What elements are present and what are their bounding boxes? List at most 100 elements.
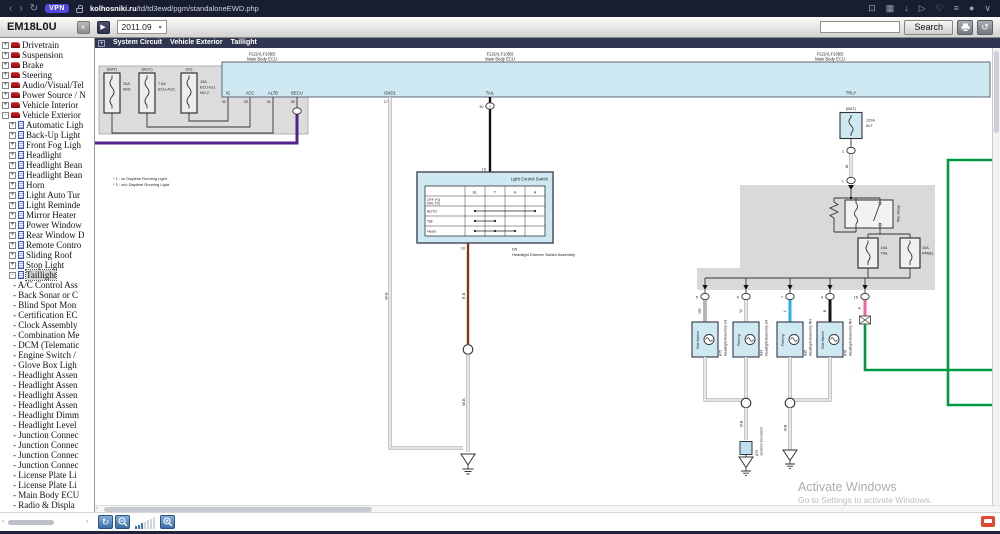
- sidebar-item[interactable]: - Junction Connec: [0, 450, 94, 460]
- expand-icon[interactable]: +: [9, 132, 16, 139]
- sidebar-item[interactable]: +Light Auto Tur: [0, 190, 94, 200]
- sidebar-item[interactable]: - License Plate Li: [0, 470, 94, 480]
- profile-icon[interactable]: ●: [969, 0, 974, 17]
- sidebar-scroll-left-icon[interactable]: ‹: [2, 519, 4, 526]
- sidebar-item[interactable]: +Audio/Visual/Tel: [0, 80, 94, 90]
- refresh-icon[interactable]: ↻: [30, 0, 38, 17]
- sidebar-scroll-right-icon[interactable]: ›: [86, 519, 88, 526]
- play-icon[interactable]: ▷: [919, 0, 926, 17]
- print-icon[interactable]: [957, 20, 973, 35]
- expand-icon[interactable]: +: [2, 62, 9, 69]
- sidebar-item[interactable]: - A/C Control Ass: [0, 280, 94, 290]
- expand-icon[interactable]: +: [9, 212, 16, 219]
- search-input[interactable]: [820, 21, 900, 33]
- sidebar-item[interactable]: - Certification EC: [0, 310, 94, 320]
- sidebar-item[interactable]: +Mirror Heater: [0, 210, 94, 220]
- zoom-in-button[interactable]: [160, 515, 175, 529]
- sidebar-item[interactable]: +Brake: [0, 60, 94, 70]
- sidebar-item[interactable]: +Headlight Bean: [0, 170, 94, 180]
- return-icon[interactable]: ↺: [977, 20, 993, 35]
- sidebar-item[interactable]: - Clock Assembly: [0, 320, 94, 330]
- sidebar-item[interactable]: +Power Window: [0, 220, 94, 230]
- expand-icon[interactable]: +: [2, 52, 9, 59]
- expand-icon[interactable]: +: [9, 202, 16, 209]
- expand-icon[interactable]: +: [2, 42, 9, 49]
- sidebar-item[interactable]: +Vehicle Interior: [0, 100, 94, 110]
- sidebar-item[interactable]: - Glove Box Ligh: [0, 360, 94, 370]
- expand-icon[interactable]: +: [9, 222, 16, 229]
- version-dropdown[interactable]: 2011.09 ▾: [117, 20, 167, 34]
- sidebar-item[interactable]: +Automatic Ligh: [0, 120, 94, 130]
- header-expand-icon[interactable]: +: [98, 40, 105, 47]
- expand-icon[interactable]: +: [9, 142, 16, 149]
- sidebar-item[interactable]: +Stop Light: [0, 260, 94, 270]
- vpn-badge[interactable]: VPN: [45, 4, 69, 13]
- download-icon[interactable]: ↓: [904, 0, 909, 17]
- sidebar-item[interactable]: +Steering: [0, 70, 94, 80]
- sidebar-item[interactable]: - Junction Connec: [0, 440, 94, 450]
- sidebar-item[interactable]: - Combination Me: [0, 330, 94, 340]
- expand-icon[interactable]: +: [9, 262, 16, 269]
- capture-icon[interactable]: ⊡: [868, 0, 876, 17]
- sidebar-item[interactable]: +Headlight: [0, 150, 94, 160]
- canvas-vscrollbar-thumb[interactable]: [994, 51, 999, 133]
- sidebar-item[interactable]: +Front Fog Ligh: [0, 140, 94, 150]
- expand-icon[interactable]: +: [2, 102, 9, 109]
- sidebar-item[interactable]: - Headlight Assen: [0, 390, 94, 400]
- expand-icon[interactable]: +: [9, 172, 16, 179]
- sidebar-hscrollbar-thumb[interactable]: [8, 520, 54, 525]
- play-button[interactable]: ▶: [97, 21, 110, 34]
- sidebar-item[interactable]: +Power Source / N: [0, 90, 94, 100]
- collapse-icon[interactable]: -: [9, 272, 16, 279]
- sidebar-item[interactable]: - Junction Connec: [0, 430, 94, 440]
- expand-icon[interactable]: +: [9, 152, 16, 159]
- chevron-down-icon[interactable]: ∨: [984, 0, 991, 17]
- sidebar-item[interactable]: - License Plate Li: [0, 480, 94, 490]
- wiring-diagram-canvas[interactable]: (BAT) 20A AM1 (ACC) 7.5A ECU-ACC (IG) 15…: [95, 48, 992, 505]
- sidebar-item[interactable]: - Headlight Assen: [0, 400, 94, 410]
- sidebar-item[interactable]: -Vehicle Exterior: [0, 110, 94, 120]
- expand-icon[interactable]: +: [2, 82, 9, 89]
- sidebar-item[interactable]: - Headlight Assen: [0, 380, 94, 390]
- sidebar-item[interactable]: - Main Body ECU: [0, 490, 94, 500]
- sidebar-item[interactable]: - Back Sonar or C: [0, 290, 94, 300]
- sidebar-item[interactable]: +Headlight Bean: [0, 160, 94, 170]
- sidebar-item[interactable]: - DCM (Telematic: [0, 340, 94, 350]
- expand-icon[interactable]: +: [9, 232, 16, 239]
- forward-icon[interactable]: ›: [19, 0, 22, 17]
- sidebar-item[interactable]: - Radio & Displa: [0, 500, 94, 510]
- expand-icon[interactable]: +: [9, 192, 16, 199]
- sidebar-item[interactable]: +Sliding Roof: [0, 250, 94, 260]
- expand-icon[interactable]: +: [9, 242, 16, 249]
- system-tree-sidebar[interactable]: +Drivetrain+Suspension+Brake+Steering+Au…: [0, 38, 95, 512]
- sidebar-item[interactable]: -Taillight: [0, 270, 94, 280]
- back-icon[interactable]: ‹: [9, 0, 12, 17]
- canvas-hscrollbar[interactable]: ‹: [95, 505, 1000, 512]
- sidebar-item[interactable]: +Back-Up Light: [0, 130, 94, 140]
- close-button[interactable]: ×: [77, 21, 90, 34]
- zoom-out-button[interactable]: [115, 515, 130, 529]
- sidebar-item[interactable]: - Headlight Assen: [0, 370, 94, 380]
- expand-icon[interactable]: +: [9, 252, 16, 259]
- sidebar-item[interactable]: +Light Reminde: [0, 200, 94, 210]
- menu-icon[interactable]: ≡: [954, 0, 959, 17]
- sidebar-item[interactable]: - Headlight Level: [0, 420, 94, 430]
- sidebar-item[interactable]: +Remote Contro: [0, 240, 94, 250]
- feedback-badge-icon[interactable]: [981, 516, 995, 527]
- zoom-level-indicator[interactable]: [132, 516, 158, 529]
- favorites-icon[interactable]: ♡: [936, 0, 944, 17]
- sidebar-item[interactable]: - Junction Connec: [0, 460, 94, 470]
- extensions-icon[interactable]: ▦: [886, 0, 895, 17]
- canvas-vscrollbar[interactable]: [992, 48, 1000, 505]
- expand-icon[interactable]: +: [9, 162, 16, 169]
- collapse-icon[interactable]: -: [2, 112, 9, 119]
- expand-icon[interactable]: +: [2, 72, 9, 79]
- expand-icon[interactable]: +: [9, 182, 16, 189]
- sidebar-item[interactable]: - Blind Spot Mon: [0, 300, 94, 310]
- sidebar-item[interactable]: +Horn: [0, 180, 94, 190]
- sidebar-item[interactable]: +Drivetrain: [0, 40, 94, 50]
- expand-icon[interactable]: +: [2, 92, 9, 99]
- sidebar-item[interactable]: - Engine Switch /: [0, 350, 94, 360]
- reset-view-button[interactable]: ↻: [98, 515, 113, 529]
- expand-icon[interactable]: +: [9, 122, 16, 129]
